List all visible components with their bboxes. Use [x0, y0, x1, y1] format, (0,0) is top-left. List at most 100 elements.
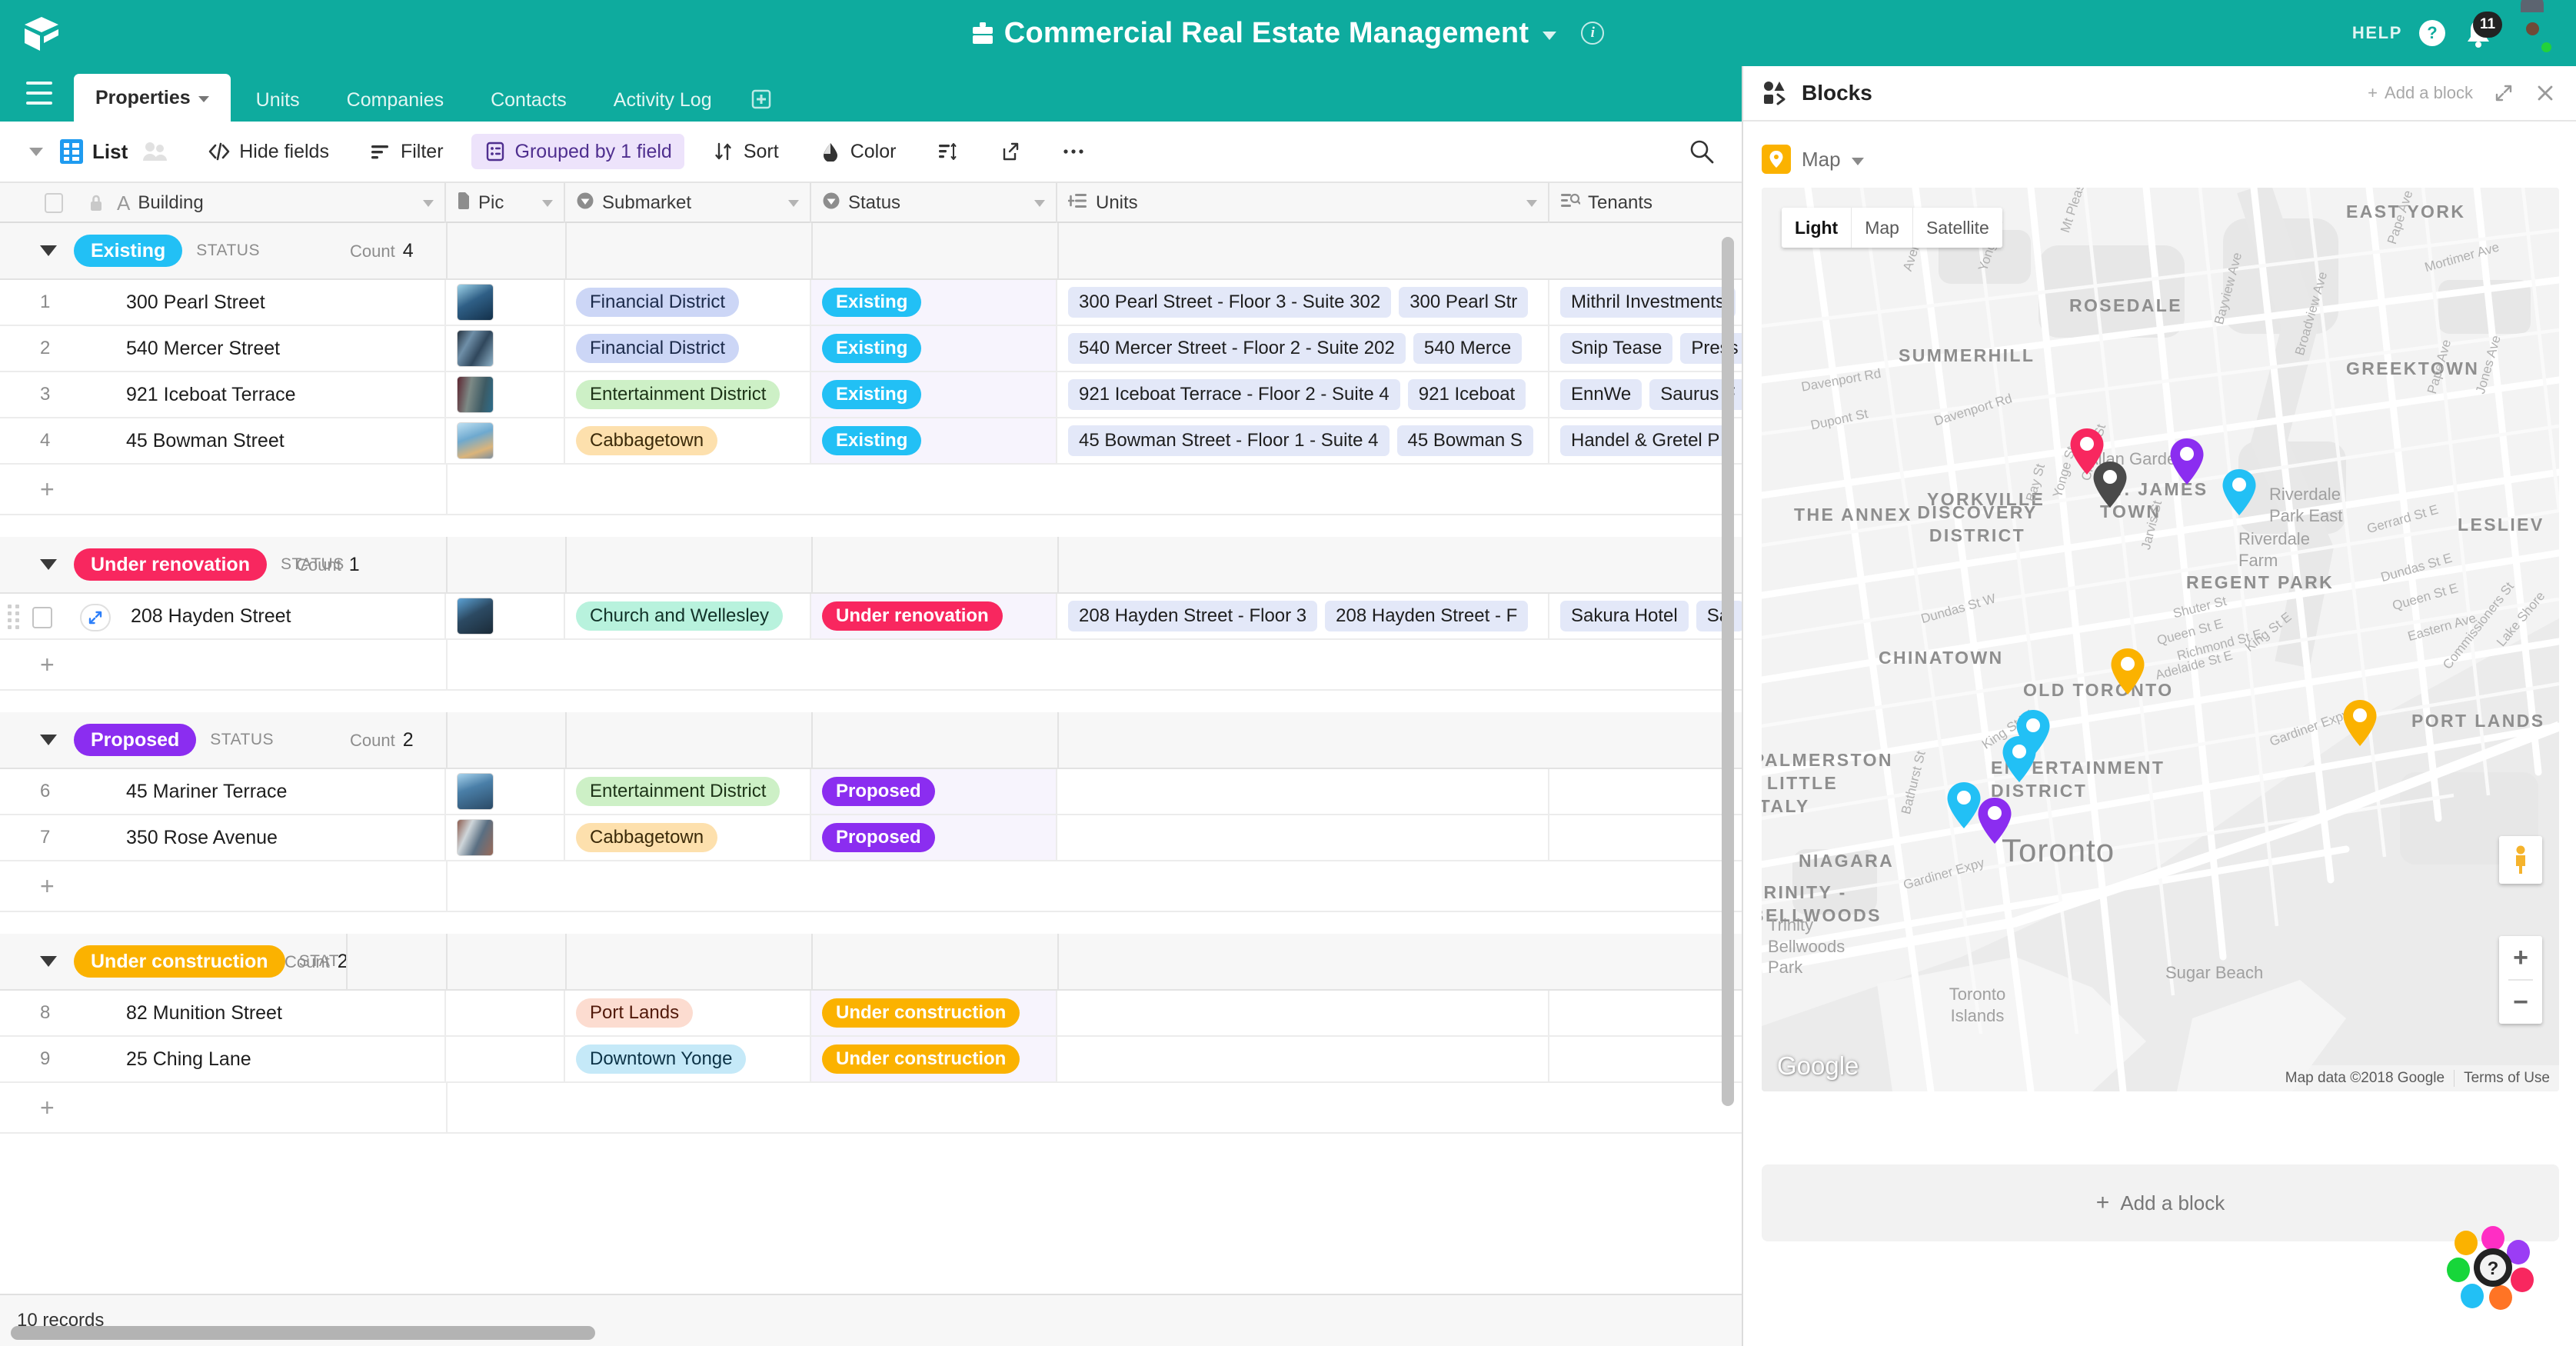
cell-tenants[interactable]: Mithril Investments: [1549, 280, 1742, 325]
tab-activity-log[interactable]: Activity Log: [592, 78, 734, 122]
cell-submarket[interactable]: Entertainment District: [565, 769, 811, 814]
cell-pic[interactable]: [446, 326, 565, 371]
select-all-checkbox[interactable]: [45, 193, 63, 213]
group-header-existing[interactable]: Existing STATUS Count 4: [0, 223, 1742, 280]
add-table-button[interactable]: [748, 86, 774, 112]
cell-pic[interactable]: [446, 594, 565, 638]
chevron-down-icon[interactable]: [788, 199, 799, 207]
close-icon[interactable]: [2534, 82, 2556, 104]
cell-units[interactable]: 540 Mercer Street - Floor 2 - Suite 202 …: [1057, 326, 1549, 371]
cell-tenants[interactable]: [1549, 991, 1742, 1035]
cell-tenants[interactable]: EnnWe Saurus F: [1549, 372, 1742, 417]
map-type-light[interactable]: Light: [1782, 208, 1852, 248]
table-row[interactable]: 6 45 Mariner Terrace Entertainment Distr…: [0, 769, 1742, 815]
under-construction-pin[interactable]: [2110, 648, 2145, 695]
cell-building[interactable]: 921 Iceboat Terrace: [115, 372, 446, 417]
plus-icon[interactable]: +: [40, 1095, 55, 1120]
cell-building[interactable]: 350 Rose Avenue: [115, 815, 446, 860]
table-row[interactable]: 7 350 Rose Avenue Cabbagetown Proposed: [0, 815, 1742, 861]
color-button[interactable]: Color: [807, 134, 909, 169]
dark-pin[interactable]: [2092, 461, 2128, 508]
cell-status[interactable]: Proposed: [811, 815, 1057, 860]
plus-icon[interactable]: +: [40, 652, 55, 677]
collapse-group-icon[interactable]: [40, 245, 57, 256]
map-type-map[interactable]: Map: [1852, 208, 1913, 248]
cell-pic[interactable]: [446, 280, 565, 325]
table-row[interactable]: 8 82 Munition Street Port Lands Under co…: [0, 991, 1742, 1037]
view-name[interactable]: List: [92, 140, 128, 164]
cell-units[interactable]: [1057, 991, 1549, 1035]
column-header-status[interactable]: Status: [811, 183, 1057, 223]
map-block-header[interactable]: Map: [1762, 138, 2559, 180]
collaborators-icon[interactable]: [141, 141, 168, 162]
zoom-in-button[interactable]: +: [2499, 936, 2542, 979]
table-row[interactable]: 4 45 Bowman Street Cabbagetown Existing …: [0, 418, 1742, 465]
expand-icon[interactable]: [2493, 82, 2514, 104]
colorful-help-flower-icon[interactable]: ?: [2447, 1220, 2539, 1312]
table-row[interactable]: 9 25 Ching Lane Downtown Yonge Under con…: [0, 1037, 1742, 1083]
map-type-satellite[interactable]: Satellite: [1913, 208, 2002, 248]
cell-tenants[interactable]: [1549, 769, 1742, 814]
cell-units[interactable]: 300 Pearl Street - Floor 3 - Suite 302 3…: [1057, 280, 1549, 325]
cell-units[interactable]: 921 Iceboat Terrace - Floor 2 - Suite 4 …: [1057, 372, 1549, 417]
cell-submarket[interactable]: Church and Wellesley: [565, 594, 811, 638]
cell-units[interactable]: 208 Hayden Street - Floor 3 208 Hayden S…: [1057, 594, 1549, 638]
tab-units[interactable]: Units: [235, 78, 321, 122]
existing-pin[interactable]: [2222, 468, 2257, 516]
help-label[interactable]: HELP: [2352, 23, 2402, 43]
tab-companies[interactable]: Companies: [325, 78, 465, 122]
cell-status[interactable]: Existing: [811, 372, 1057, 417]
cell-submarket[interactable]: Downtown Yonge: [565, 1037, 811, 1081]
collapse-group-icon[interactable]: [40, 956, 57, 967]
proposed-pin[interactable]: [1977, 797, 2012, 845]
chevron-down-icon[interactable]: [542, 199, 553, 207]
plus-icon[interactable]: +: [40, 477, 55, 501]
street-view-pegman-icon[interactable]: [2499, 836, 2542, 884]
avatar[interactable]: [2511, 12, 2554, 55]
info-icon[interactable]: i: [1581, 22, 1605, 45]
chevron-down-icon[interactable]: [423, 199, 434, 207]
cell-pic[interactable]: [446, 372, 565, 417]
cell-submarket[interactable]: Entertainment District: [565, 372, 811, 417]
group-button[interactable]: Grouped by 1 field: [471, 134, 684, 169]
map-zoom-control[interactable]: + −: [2499, 936, 2542, 1024]
cell-status[interactable]: Existing: [811, 418, 1057, 463]
row-height-button[interactable]: [924, 134, 971, 169]
question-mark-icon[interactable]: ?: [2419, 20, 2445, 46]
cell-pic[interactable]: [446, 769, 565, 814]
share-view-button[interactable]: [987, 134, 1034, 169]
collapse-group-icon[interactable]: [40, 735, 57, 745]
tab-contacts[interactable]: Contacts: [469, 78, 588, 122]
cell-status[interactable]: Proposed: [811, 769, 1057, 814]
cell-units[interactable]: [1057, 769, 1549, 814]
cell-units[interactable]: 45 Bowman Street - Floor 1 - Suite 4 45 …: [1057, 418, 1549, 463]
cell-building[interactable]: 82 Munition Street: [115, 991, 446, 1035]
cell-tenants[interactable]: Handel & Gretel P: [1549, 418, 1742, 463]
sort-button[interactable]: Sort: [700, 134, 791, 169]
cell-pic[interactable]: [446, 418, 565, 463]
hamburger-menu-icon[interactable]: [26, 82, 52, 105]
cell-building[interactable]: 208 Hayden Street: [115, 594, 446, 638]
cell-building[interactable]: 25 Ching Lane: [115, 1037, 446, 1081]
cell-building[interactable]: 45 Bowman Street: [115, 418, 446, 463]
cell-tenants[interactable]: [1549, 1037, 1742, 1081]
notifications-button[interactable]: 11: [2462, 12, 2502, 50]
vertical-scrollbar[interactable]: [1722, 237, 1734, 1106]
workspace-title-group[interactable]: Commercial Real Estate Management i: [0, 0, 2576, 66]
chevron-down-icon[interactable]: [1034, 199, 1045, 207]
cell-status[interactable]: Under construction: [811, 991, 1057, 1035]
cell-status[interactable]: Existing: [811, 280, 1057, 325]
add-record-row[interactable]: +: [0, 640, 1742, 691]
cell-tenants[interactable]: Sakura Hotel Sal: [1549, 594, 1742, 638]
cell-submarket[interactable]: Cabbagetown: [565, 418, 811, 463]
terms-of-use-link[interactable]: Terms of Use: [2454, 1070, 2559, 1087]
chevron-down-icon[interactable]: [1851, 157, 1864, 165]
under-construction-pin[interactable]: [2342, 699, 2378, 747]
cell-submarket[interactable]: Port Lands: [565, 991, 811, 1035]
chevron-down-icon[interactable]: [1526, 199, 1537, 207]
map-canvas[interactable]: Light Map Satellite EAST YORK ROSEDALE S…: [1762, 188, 2559, 1091]
cell-units[interactable]: [1057, 1037, 1549, 1081]
add-record-row[interactable]: +: [0, 465, 1742, 515]
collapse-group-icon[interactable]: [40, 559, 57, 570]
horizontal-scrollbar[interactable]: [11, 1326, 595, 1340]
